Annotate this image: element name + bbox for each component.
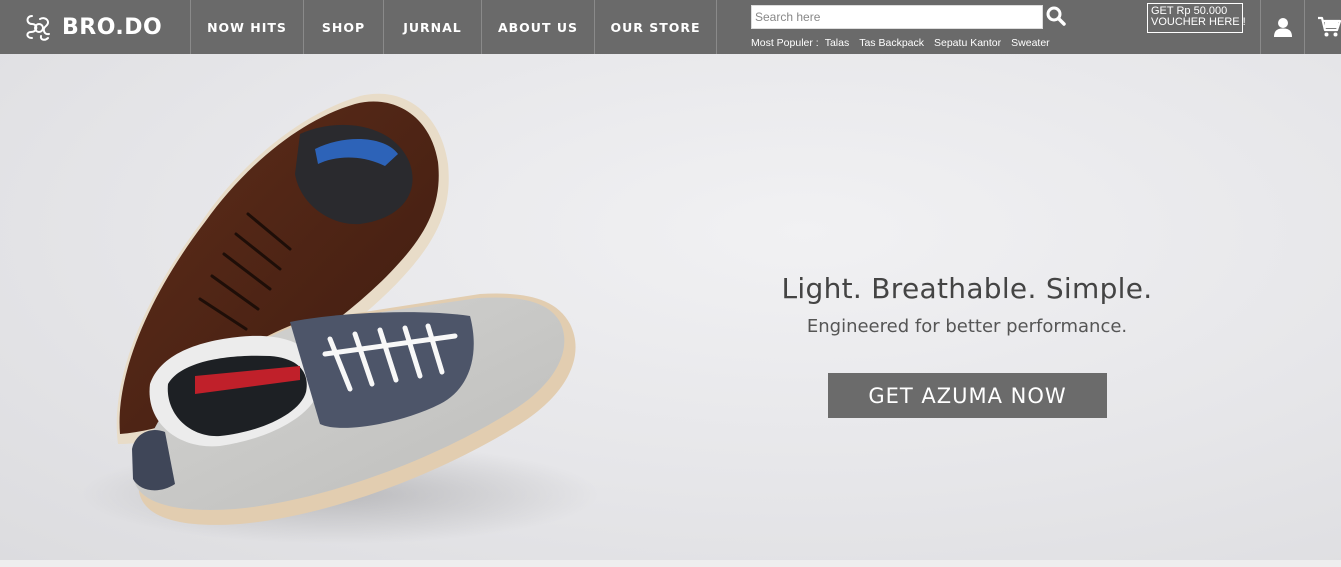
brand-logo[interactable]: BRO.DO — [0, 0, 190, 54]
hero-headline: Light. Breathable. Simple. — [781, 272, 1153, 305]
nav-item-our-store[interactable]: OUR STORE — [594, 0, 717, 54]
voucher-line-2: VOUCHER HERE ! — [1151, 16, 1246, 28]
popular-link-talas[interactable]: Talas — [825, 37, 850, 49]
page-divider — [0, 560, 1341, 567]
hero-banner: Light. Breathable. Simple. Engineered fo… — [0, 54, 1341, 560]
popular-searches: Most Populer : Talas Tas Backpack Sepatu… — [751, 36, 1060, 50]
hero-subline: Engineered for better performance. — [806, 316, 1128, 337]
popular-link-tas-backpack[interactable]: Tas Backpack — [859, 37, 924, 49]
hero-shoes-image — [80, 93, 600, 544]
nav-item-about-us[interactable]: ABOUT US — [481, 0, 594, 54]
user-icon — [1273, 18, 1292, 37]
get-azuma-now-button[interactable]: GET AZUMA NOW — [828, 373, 1107, 418]
cart-icon — [1318, 16, 1341, 37]
nav-item-jurnal[interactable]: JURNAL — [383, 0, 481, 54]
search-input[interactable] — [751, 5, 1043, 29]
search-icon[interactable] — [1045, 5, 1067, 27]
popular-label: Most Populer : — [751, 37, 819, 49]
brodo-monogram-icon — [26, 15, 50, 41]
popular-link-sweater[interactable]: Sweater — [1011, 37, 1050, 49]
top-bar: BRO.DO NOW HITS SHOP JURNAL ABOUT US OUR… — [0, 0, 1341, 54]
main-nav: NOW HITS SHOP JURNAL ABOUT US OUR STORE — [190, 0, 717, 54]
popular-link-sepatu-kantor[interactable]: Sepatu Kantor — [934, 37, 1001, 49]
cart-button[interactable] — [1304, 0, 1341, 54]
nav-item-shop[interactable]: SHOP — [303, 0, 383, 54]
voucher-button[interactable]: GET Rp 50.000 VOUCHER HERE ! — [1147, 3, 1246, 33]
account-button[interactable] — [1260, 0, 1304, 54]
nav-item-now-hits[interactable]: NOW HITS — [190, 0, 303, 54]
brand-name: BRO.DO — [62, 14, 163, 40]
